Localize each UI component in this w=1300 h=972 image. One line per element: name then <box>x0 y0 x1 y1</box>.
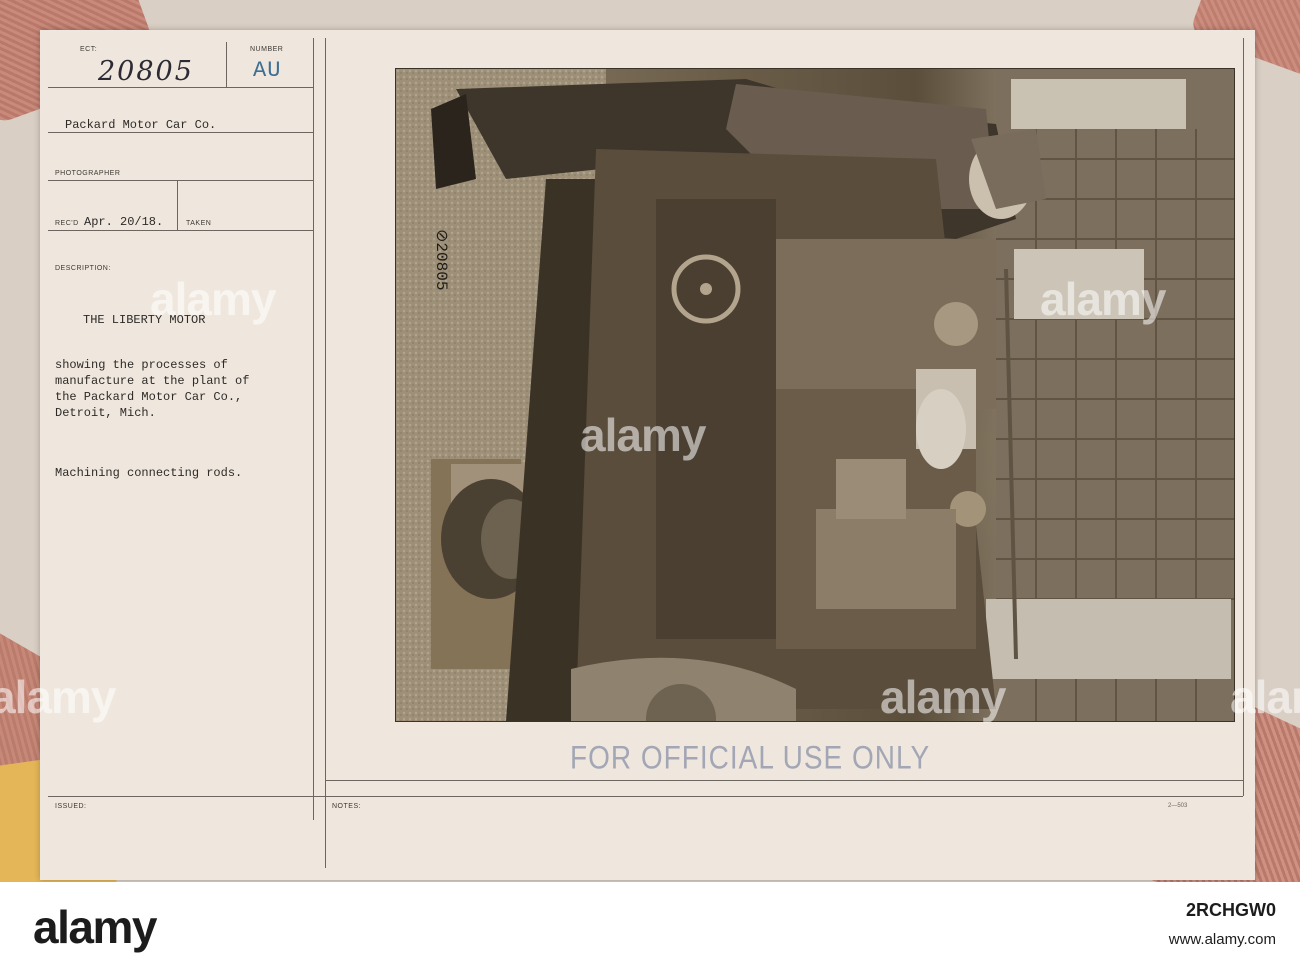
official-use-stamp: FOR OFFICIAL USE ONLY <box>570 739 931 776</box>
notes-label: NOTES: <box>332 803 362 810</box>
description-line: showing the processes of <box>55 358 228 372</box>
photograph-machining-connecting-rods: ⊘20805 <box>395 68 1235 722</box>
milling-machine <box>506 149 1018 721</box>
description-line: the Packard Motor Car Co., <box>55 390 243 404</box>
issued-label: ISSUED: <box>55 803 87 810</box>
form-rule <box>325 38 326 868</box>
photographer-label: PHOTOGRAPHER <box>55 170 121 177</box>
photo-illustration <box>396 69 1234 721</box>
site-url: www.alamy.com <box>1168 931 1276 948</box>
alamy-logo: alamy <box>33 901 157 953</box>
footer-info: 2RCHGW0 www.alamy.com <box>1169 900 1276 948</box>
taken-label: TAKEN <box>186 220 212 227</box>
form-rule <box>48 132 313 133</box>
archive-card: ECT: 20805 NUMBER AU Packard Motor Car C… <box>40 30 1255 880</box>
form-rule <box>325 780 1243 781</box>
form-rule <box>226 42 227 87</box>
card-title: THE LIBERTY MOTOR <box>83 313 206 327</box>
subject-label: ECT: <box>80 46 98 53</box>
record-number: 20805 <box>98 56 194 87</box>
form-rule <box>1243 38 1244 796</box>
stock-footer: alamy 2RCHGW0 www.alamy.com <box>0 882 1300 972</box>
form-rule <box>48 230 313 231</box>
form-rule <box>48 796 1243 797</box>
source-name: Packard Motor Car Co. <box>65 118 217 132</box>
description-line: manufacture at the plant of <box>55 374 250 388</box>
form-rule <box>313 38 314 820</box>
caption: Machining connecting rods. <box>55 466 243 480</box>
negative-number: ⊘20805 <box>432 229 450 291</box>
description-text: showing the processes of manufacture at … <box>55 357 325 421</box>
form-rule <box>177 180 178 230</box>
form-code: 2—503 <box>1168 803 1188 809</box>
received-date: Apr. 20/18. <box>84 215 164 229</box>
number-label: NUMBER <box>250 46 284 53</box>
form-rule <box>48 87 313 88</box>
received-label: REC'D <box>55 220 79 227</box>
description-line: Detroit, Mich. <box>55 406 156 420</box>
image-id: 2RCHGW0 <box>1185 900 1276 920</box>
form-rule <box>48 180 313 181</box>
description-label: DESCRIPTION: <box>55 265 111 272</box>
series-code: AU <box>253 58 282 83</box>
